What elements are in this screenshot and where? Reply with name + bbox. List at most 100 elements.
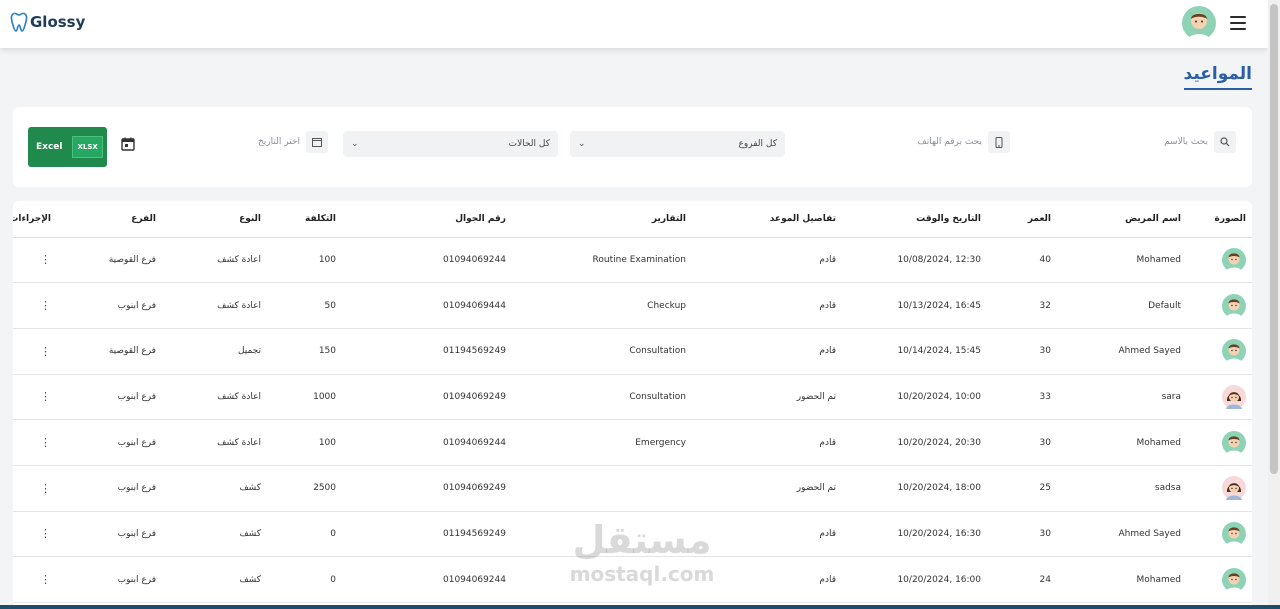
cell-type: اعادة كشف bbox=[162, 237, 267, 284]
header-cost[interactable]: التكلفة bbox=[267, 201, 342, 238]
table-row[interactable]: Mohamed 40 12:30 ,10/08/2024 قادم Routine Ex… bbox=[13, 237, 1252, 284]
header-details[interactable]: تفاصيل الموعد bbox=[692, 201, 842, 238]
actions-cell: ⋮ bbox=[13, 374, 57, 421]
actions-cell: ⋮ bbox=[13, 511, 57, 558]
cell-report: Consultation bbox=[512, 328, 692, 375]
branches-select-value: كل الفروع bbox=[738, 139, 777, 149]
avatar-cell bbox=[1187, 419, 1252, 466]
cell-age: 33 bbox=[987, 374, 1057, 421]
chevron-down-icon: ⌄ bbox=[578, 139, 586, 149]
cell-patient-name: sadsa bbox=[1057, 465, 1187, 512]
avatar-cell bbox=[1187, 465, 1252, 512]
header-branch[interactable]: الفرع bbox=[57, 201, 162, 238]
cell-report: Emergency bbox=[512, 419, 692, 466]
date-input[interactable]: اختر التاريخ bbox=[258, 137, 300, 147]
kebab-menu-icon[interactable]: ⋮ bbox=[40, 253, 51, 266]
header-type[interactable]: النوع bbox=[162, 201, 267, 238]
kebab-menu-icon[interactable]: ⋮ bbox=[40, 436, 51, 449]
avatar-cell bbox=[1187, 328, 1252, 375]
table-row[interactable]: sadsa 25 18:00 ,10/20/2024 تم الحضور 0109406… bbox=[13, 465, 1252, 512]
table-row[interactable]: sara 33 10:00 ,10/20/2024 تم الحضور Consulta… bbox=[13, 374, 1252, 421]
kebab-menu-icon[interactable]: ⋮ bbox=[40, 482, 51, 495]
cell-patient-name: Ahmed Sayed bbox=[1057, 328, 1187, 375]
branches-select[interactable]: ⌄ كل الفروع bbox=[570, 131, 785, 157]
date-picker[interactable]: اختر التاريخ bbox=[258, 131, 328, 153]
cell-age: 30 bbox=[987, 328, 1057, 375]
cell-phone: 01094069244 bbox=[342, 237, 512, 284]
cell-patient-name: sara bbox=[1057, 374, 1187, 421]
cell-appointment-details: تم الحضور bbox=[692, 374, 842, 421]
header-patient-name[interactable]: اسم المريض bbox=[1057, 201, 1187, 238]
actions-cell: ⋮ bbox=[13, 328, 57, 375]
cell-appointment-details: قادم bbox=[692, 237, 842, 284]
table-row[interactable]: Mohamed 30 20:30 ,10/20/2024 قادم Emergency 0… bbox=[13, 419, 1252, 466]
status-select[interactable]: ⌄ كل الحالات bbox=[343, 131, 558, 157]
cell-patient-name: Mohamed bbox=[1057, 237, 1187, 284]
name-search[interactable]: بحث بالاسم bbox=[1164, 131, 1236, 153]
header-phone[interactable]: رقم الجوال bbox=[342, 201, 512, 238]
hamburger-menu-icon[interactable] bbox=[1230, 16, 1246, 30]
cell-cost: 100 bbox=[267, 237, 342, 284]
cell-cost: 1000 bbox=[267, 374, 342, 421]
export-excel-button[interactable]: Excel XLSX bbox=[28, 127, 107, 167]
scrollbar-thumb[interactable] bbox=[1270, 4, 1278, 474]
avatar-cell bbox=[1187, 556, 1252, 603]
cell-age: 40 bbox=[987, 237, 1057, 284]
calendar-icon[interactable] bbox=[305, 131, 328, 153]
search-icon[interactable] bbox=[1214, 131, 1236, 153]
actions-cell: ⋮ bbox=[13, 465, 57, 512]
status-select-value: كل الحالات bbox=[508, 139, 550, 149]
cell-branch: فرع ابنوب bbox=[57, 511, 162, 558]
cell-patient-name: Mohamed bbox=[1057, 556, 1187, 603]
cell-datetime: 10:00 ,10/20/2024 bbox=[842, 374, 987, 421]
table-row[interactable]: Ahmed Sayed 30 15:45 ,10/14/2024 قادم Consul… bbox=[13, 328, 1252, 375]
phone-search[interactable]: بحث برقم الهاتف bbox=[917, 131, 1010, 153]
user-avatar-icon[interactable] bbox=[1182, 6, 1216, 40]
cell-age: 25 bbox=[987, 465, 1057, 512]
cell-cost: 150 bbox=[267, 328, 342, 375]
header-actions: الإجراءات bbox=[13, 201, 57, 238]
cell-type: كشف bbox=[162, 556, 267, 603]
cell-cost: 0 bbox=[267, 511, 342, 558]
cell-age: 30 bbox=[987, 419, 1057, 466]
cell-phone: 01094069249 bbox=[342, 465, 512, 512]
tooth-logo-icon bbox=[10, 12, 28, 32]
cell-phone: 01094069249 bbox=[342, 374, 512, 421]
cell-patient-name: Mohamed bbox=[1057, 419, 1187, 466]
cell-branch: فرع ابنوب bbox=[57, 419, 162, 466]
cell-datetime: 12:30 ,10/08/2024 bbox=[842, 237, 987, 284]
page-title: المواعيد bbox=[1183, 64, 1252, 90]
male-avatar-icon bbox=[1222, 247, 1246, 272]
cell-appointment-details: تم الحضور bbox=[692, 465, 842, 512]
cell-branch: فرع القوصية bbox=[57, 328, 162, 375]
cell-branch: فرع ابنوب bbox=[57, 374, 162, 421]
kebab-menu-icon[interactable]: ⋮ bbox=[40, 390, 51, 403]
cell-type: اعادة كشف bbox=[162, 374, 267, 421]
page-scrollbar[interactable] bbox=[1268, 0, 1280, 609]
cell-type: كشف bbox=[162, 465, 267, 512]
header-age[interactable]: العمر bbox=[987, 201, 1057, 238]
actions-cell: ⋮ bbox=[13, 282, 57, 329]
kebab-menu-icon[interactable]: ⋮ bbox=[40, 573, 51, 586]
search-phone-input[interactable]: بحث برقم الهاتف bbox=[917, 137, 982, 147]
kebab-menu-icon[interactable]: ⋮ bbox=[40, 527, 51, 540]
header-reports[interactable]: التقارير bbox=[512, 201, 692, 238]
kebab-menu-icon[interactable]: ⋮ bbox=[40, 299, 51, 312]
cell-report: Consultation bbox=[512, 374, 692, 421]
cell-report: Checkup bbox=[512, 282, 692, 329]
cell-branch: فرع القوصية bbox=[57, 237, 162, 284]
cell-phone: 01194569249 bbox=[342, 511, 512, 558]
header-photo[interactable]: الصورة bbox=[1187, 201, 1252, 238]
top-navbar: Glossy bbox=[0, 0, 1268, 48]
search-name-input[interactable]: بحث بالاسم bbox=[1164, 137, 1208, 147]
cell-branch: فرع ابنوب bbox=[57, 556, 162, 603]
cell-datetime: 20:30 ,10/20/2024 bbox=[842, 419, 987, 466]
app-logo[interactable]: Glossy bbox=[10, 12, 85, 32]
table-row[interactable]: Default 32 16:45 ,10/13/2024 قادم Checkup 010… bbox=[13, 282, 1252, 329]
header-datetime[interactable]: التاريخ والوقت bbox=[842, 201, 987, 238]
calendar-icon[interactable] bbox=[121, 137, 135, 151]
kebab-menu-icon[interactable]: ⋮ bbox=[40, 345, 51, 358]
cell-branch: فرع ابنوب bbox=[57, 465, 162, 512]
actions-cell: ⋮ bbox=[13, 237, 57, 284]
cell-type: اعادة كشف bbox=[162, 282, 267, 329]
